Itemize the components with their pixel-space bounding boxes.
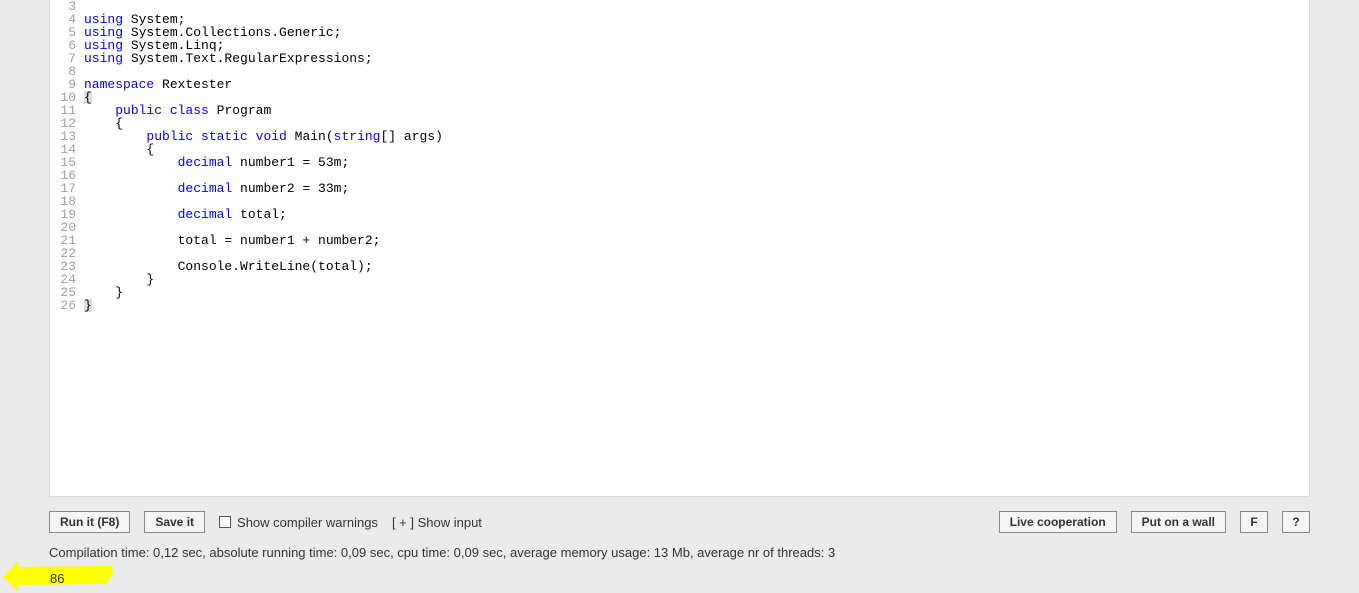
compilation-stats: Compilation time: 0,12 sec, absolute run… [49, 545, 835, 560]
code-line[interactable]: total = number1 + number2; [84, 234, 443, 247]
live-cooperation-button[interactable]: Live cooperation [999, 511, 1117, 533]
show-input-toggle[interactable]: [ + ] Show input [392, 515, 482, 530]
run-button[interactable]: Run it (F8) [49, 511, 130, 533]
code-line[interactable]: decimal number1 = 53m; [84, 156, 443, 169]
code-line[interactable]: decimal total; [84, 208, 443, 221]
code-line[interactable]: using System.Text.RegularExpressions; [84, 52, 443, 65]
code-editor[interactable]: 3456789101112131415161718192021222324252… [49, 0, 1310, 497]
code-area[interactable]: using System;using System.Collections.Ge… [84, 0, 443, 312]
show-warnings-checkbox[interactable]: Show compiler warnings [219, 515, 378, 530]
code-line[interactable]: } [84, 273, 443, 286]
code-line[interactable]: } [84, 299, 443, 312]
line-number: 26 [50, 299, 80, 312]
fullscreen-button[interactable]: F [1240, 511, 1268, 533]
checkbox-icon [219, 516, 231, 528]
help-button[interactable]: ? [1282, 511, 1310, 533]
controls-bar: Run it (F8) Save it Show compiler warnin… [49, 508, 1310, 536]
put-on-wall-button[interactable]: Put on a wall [1131, 511, 1226, 533]
show-warnings-label: Show compiler warnings [237, 515, 378, 530]
code-line[interactable]: public class Program [84, 104, 443, 117]
gutter: 3456789101112131415161718192021222324252… [50, 0, 80, 312]
program-output: 86 [50, 571, 64, 586]
save-button[interactable]: Save it [144, 511, 205, 533]
code-line[interactable]: namespace Rextester [84, 78, 443, 91]
code-line[interactable]: } [84, 286, 443, 299]
code-line[interactable]: decimal number2 = 33m; [84, 182, 443, 195]
